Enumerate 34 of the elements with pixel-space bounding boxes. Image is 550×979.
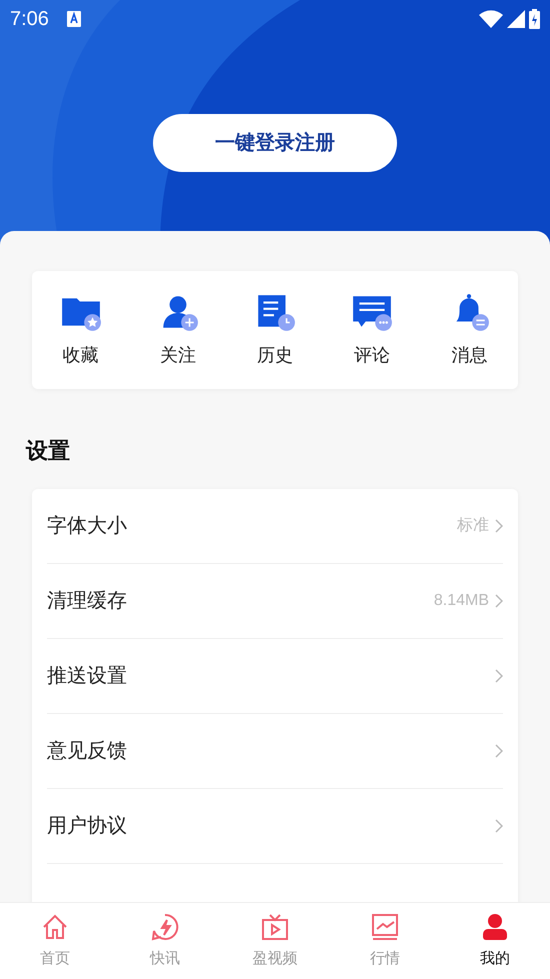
user-icon bbox=[480, 912, 510, 942]
shortcut-button[interactable]: 收藏 bbox=[40, 292, 121, 368]
flash-icon bbox=[150, 912, 180, 942]
settings-row[interactable]: 推送设置 bbox=[47, 639, 503, 714]
tab-bar-item[interactable]: 我的 bbox=[455, 912, 535, 970]
settings-label: 用户协议 bbox=[47, 814, 127, 839]
settings-label: 字体大小 bbox=[47, 514, 127, 539]
battery-icon bbox=[529, 9, 540, 29]
wifi-icon bbox=[479, 10, 503, 28]
shortcut-button[interactable]: 消息 bbox=[429, 292, 510, 368]
shortcut-button[interactable]: 评论 bbox=[332, 292, 412, 368]
shortcut-button[interactable]: 历史 bbox=[234, 292, 315, 368]
settings-label: 推送设置 bbox=[47, 664, 127, 689]
shortcut-button[interactable]: 关注 bbox=[138, 292, 218, 368]
chevron-right-icon bbox=[495, 744, 503, 758]
settings-row[interactable]: 意见反馈 bbox=[47, 714, 503, 789]
chevron-right-icon bbox=[495, 594, 503, 608]
settings-row[interactable]: 用户协议 bbox=[47, 789, 503, 864]
tv-icon bbox=[260, 912, 290, 942]
settings-label: 意见反馈 bbox=[47, 739, 127, 764]
settings-value: 标准 bbox=[457, 516, 489, 536]
settings-row[interactable]: 清理缓存 8.14MB bbox=[47, 564, 503, 639]
settings-row[interactable]: 字体大小 标准 bbox=[47, 489, 503, 564]
login-button[interactable]: 一键登录注册 bbox=[153, 114, 397, 172]
settings-label: 清理缓存 bbox=[47, 589, 127, 614]
section-title: 设置 bbox=[26, 437, 71, 465]
chart-icon bbox=[370, 912, 400, 942]
chevron-right-icon bbox=[495, 819, 503, 833]
chevron-right-icon bbox=[495, 519, 503, 533]
status-time: 7:06 bbox=[10, 7, 49, 32]
settings-value: 8.14MB bbox=[434, 591, 489, 611]
keyboard-notification-icon bbox=[66, 11, 81, 27]
signal-icon bbox=[507, 10, 525, 28]
chevron-right-icon bbox=[495, 669, 503, 683]
